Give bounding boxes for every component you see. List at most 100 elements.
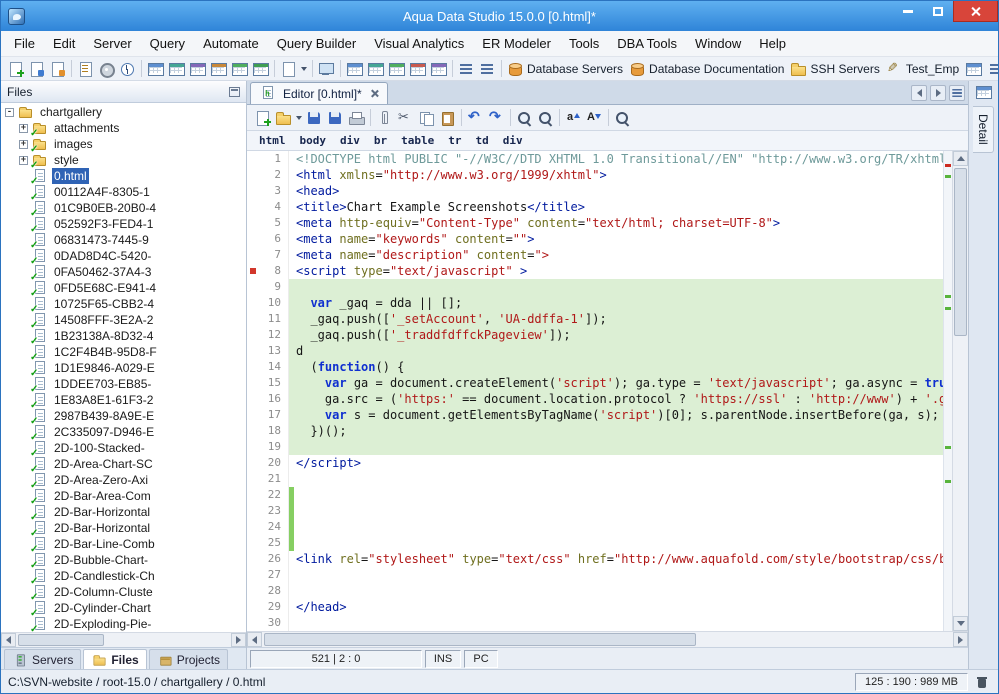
undo-icon[interactable] — [465, 107, 486, 128]
tree-item-2d-bar-horizontal[interactable]: ✓2D-Bar-Horizontal — [1, 504, 246, 520]
scroll-left-icon[interactable] — [247, 632, 262, 647]
tree-item-2d-bar-horizontal[interactable]: ✓2D-Bar-Horizontal — [1, 520, 246, 536]
redo-icon[interactable] — [486, 107, 507, 128]
print-icon[interactable] — [346, 107, 367, 128]
scroll-thumb[interactable] — [18, 634, 104, 646]
grid-results-icon[interactable] — [166, 58, 187, 79]
expand-icon[interactable]: + — [19, 140, 28, 149]
tree-item-2c335097-d946-e[interactable]: ✓2C335097-D946-E — [1, 424, 246, 440]
minimize-button[interactable] — [893, 1, 923, 22]
tree-item-0-html[interactable]: ✓0.html — [1, 168, 246, 184]
open-file-icon[interactable] — [273, 107, 304, 128]
tree-item-10725f65-cbb2-4[interactable]: ✓10725F65-CBB2-4 — [1, 296, 246, 312]
menu-edit[interactable]: Edit — [44, 32, 84, 55]
font-increase-icon[interactable] — [563, 107, 584, 128]
row-delete-icon[interactable] — [407, 58, 428, 79]
tree-item-2d-bar-area-com[interactable]: ✓2D-Bar-Area-Com — [1, 488, 246, 504]
menu-query[interactable]: Query — [141, 32, 194, 55]
tree-item-2d-candlestick-ch[interactable]: ✓2D-Candlestick-Ch — [1, 568, 246, 584]
tree-item-1c2f4b4b-95d8-f[interactable]: ✓1C2F4B4B-95D8-F — [1, 344, 246, 360]
menu-query-builder[interactable]: Query Builder — [268, 32, 365, 55]
menu-automate[interactable]: Automate — [194, 32, 268, 55]
tab-scroll-left-icon[interactable] — [911, 85, 927, 101]
save-icon[interactable] — [304, 107, 325, 128]
grid-check-icon[interactable] — [250, 58, 271, 79]
scheduler-icon[interactable] — [117, 58, 138, 79]
menu-window[interactable]: Window — [686, 32, 750, 55]
tree-item-0fa50462-37a4-3[interactable]: ✓0FA50462-37A4-3 — [1, 264, 246, 280]
new-file-icon[interactable] — [252, 107, 273, 128]
row-insert-icon[interactable] — [386, 58, 407, 79]
tree-item-2d-exploding-pie[interactable]: ✓2D-Exploding-Pie- — [1, 616, 246, 632]
tree-item-14508fff-3e2a-2[interactable]: ✓14508FFF-3E2A-2 — [1, 312, 246, 328]
expand-icon[interactable]: + — [19, 124, 28, 133]
tree-hscrollbar[interactable] — [1, 632, 246, 647]
panel-tab-projects[interactable]: Projects — [149, 649, 228, 669]
insert-mode[interactable]: INS — [425, 650, 461, 668]
menu-er-modeler[interactable]: ER Modeler — [473, 32, 560, 55]
paste-icon[interactable] — [437, 107, 458, 128]
save-as-icon[interactable] — [325, 107, 346, 128]
open-document-button[interactable] — [278, 58, 309, 79]
search-icon[interactable] — [612, 107, 633, 128]
tab-detail[interactable]: Detail — [973, 106, 994, 153]
tag-button-br[interactable]: br — [374, 134, 387, 147]
tree-item-2d-bar-line-comb[interactable]: ✓2D-Bar-Line-Comb — [1, 536, 246, 552]
tree-item-1d1e9846-a029-e[interactable]: ✓1D1E9846-A029-E — [1, 360, 246, 376]
tree-item-052592f3-fed4-1[interactable]: ✓052592F3-FED4-1 — [1, 216, 246, 232]
tree-item-attachments[interactable]: +✓attachments — [1, 120, 246, 136]
scroll-thumb[interactable] — [264, 633, 696, 646]
table-data-icon[interactable] — [344, 58, 365, 79]
list-view-icon[interactable] — [456, 58, 477, 79]
tree-item-1ddee703-eb85[interactable]: ✓1DDEE703-EB85- — [1, 376, 246, 392]
editor-hscrollbar[interactable] — [247, 631, 968, 647]
maximize-button[interactable] — [923, 1, 953, 22]
tree-item-1b23138a-8d32-4[interactable]: ✓1B23138A-8D32-4 — [1, 328, 246, 344]
tree-item-2d-bubble-chart[interactable]: ✓2D-Bubble-Chart- — [1, 552, 246, 568]
file-format[interactable]: PC — [464, 650, 498, 668]
find-next-icon[interactable] — [535, 107, 556, 128]
scroll-thumb[interactable] — [954, 168, 967, 336]
window-list-icon[interactable] — [986, 58, 999, 79]
tree-item-06831473-7445-9[interactable]: ✓06831473-7445-9 — [1, 232, 246, 248]
database-servers-button[interactable]: Database Servers — [505, 58, 627, 79]
export-connections-icon[interactable] — [47, 58, 68, 79]
tag-button-body[interactable]: body — [300, 134, 327, 147]
garbage-collect-icon[interactable] — [974, 674, 991, 690]
file-tree[interactable]: -chartgallery+✓attachments+✓images+✓styl… — [1, 103, 246, 632]
menu-dba-tools[interactable]: DBA Tools — [608, 32, 686, 55]
attach-icon[interactable] — [374, 107, 395, 128]
detail-view-icon[interactable] — [477, 58, 498, 79]
panel-tab-files[interactable]: Files — [83, 649, 146, 669]
tree-item-chartgallery[interactable]: -chartgallery — [1, 104, 246, 120]
import-connections-icon[interactable] — [26, 58, 47, 79]
tag-button-tr[interactable]: tr — [448, 134, 461, 147]
panel-tab-servers[interactable]: Servers — [4, 649, 81, 669]
form-view-icon[interactable] — [208, 58, 229, 79]
ssh-servers-button[interactable]: SSH Servers — [788, 58, 883, 79]
tag-button-td[interactable]: td — [476, 134, 489, 147]
panel-float-icon[interactable] — [229, 87, 240, 97]
tag-button-div[interactable]: div — [503, 134, 523, 147]
tree-item-00112a4f-8305-1[interactable]: ✓00112A4F-8305-1 — [1, 184, 246, 200]
collapse-icon[interactable]: - — [5, 108, 14, 117]
grid-insert-icon[interactable] — [229, 58, 250, 79]
window-layout-icon[interactable] — [963, 58, 984, 79]
tree-item-2d-cylinder-chart[interactable]: ✓2D-Cylinder-Chart — [1, 600, 246, 616]
scroll-down-icon[interactable] — [953, 616, 968, 631]
tab-list-icon[interactable] — [949, 85, 965, 101]
expand-icon[interactable]: + — [19, 156, 28, 165]
scroll-right-icon[interactable] — [953, 632, 968, 647]
font-decrease-icon[interactable] — [584, 107, 605, 128]
test-emp-button[interactable]: Test_Emp — [884, 58, 963, 79]
menu-visual-analytics[interactable]: Visual Analytics — [365, 32, 473, 55]
automation-icon[interactable] — [96, 58, 117, 79]
server-monitor-icon[interactable] — [316, 58, 337, 79]
tree-item-2d-column-cluste[interactable]: ✓2D-Column-Cluste — [1, 584, 246, 600]
tree-item-2d-area-chart-sc[interactable]: ✓2D-Area-Chart-SC — [1, 456, 246, 472]
menu-file[interactable]: File — [5, 32, 44, 55]
tree-item-2987b439-8a9e-e[interactable]: ✓2987B439-8A9E-E — [1, 408, 246, 424]
menu-help[interactable]: Help — [750, 32, 795, 55]
tab-close-icon[interactable] — [370, 89, 379, 98]
code-area[interactable]: 1<!DOCTYPE html PUBLIC "-//W3C//DTD XHTM… — [247, 151, 943, 631]
